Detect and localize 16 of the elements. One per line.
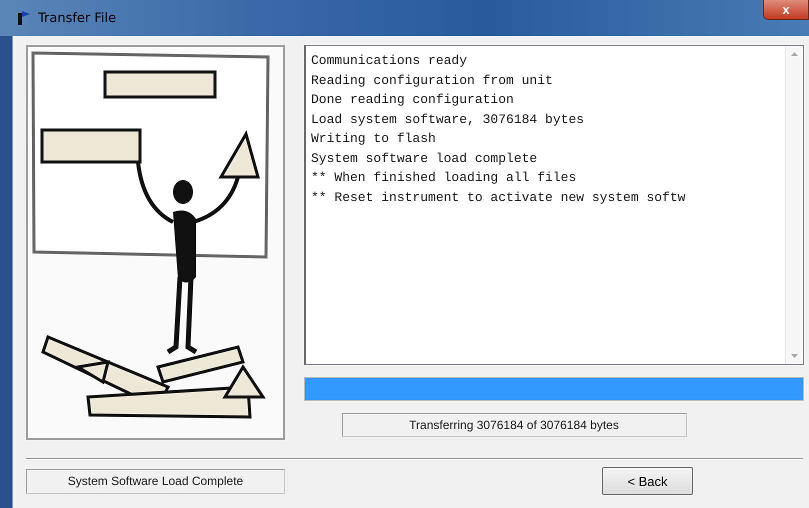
status-text: System Software Load Complete xyxy=(26,468,285,494)
log-line: System software load complete xyxy=(311,150,538,168)
log-line: Communications ready xyxy=(311,52,468,70)
transfer-status: Transferring 3076184 of 3076184 bytes xyxy=(342,413,686,437)
log-line: Writing to flash xyxy=(311,130,437,148)
log-line: Done reading configuration xyxy=(311,91,515,109)
close-button[interactable]: x xyxy=(763,0,809,20)
log-line: ** Reset instrument to activate new system softw xyxy=(311,188,686,206)
back-button[interactable]: < Back xyxy=(602,467,693,495)
log-line: Load system software, 3076184 bytes xyxy=(311,110,586,128)
log-line: ** When finished loading all files xyxy=(311,169,578,187)
scrollbar[interactable] xyxy=(785,46,803,364)
scroll-up-icon[interactable] xyxy=(791,52,798,56)
window-title: Transfer File xyxy=(38,10,116,26)
scroll-down-icon[interactable] xyxy=(791,354,798,358)
log-line: Reading configuration from unit xyxy=(311,72,554,90)
